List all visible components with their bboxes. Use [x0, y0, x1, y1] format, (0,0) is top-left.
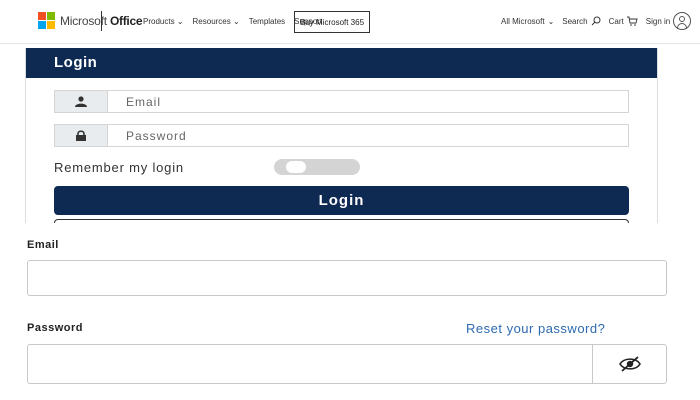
- secondary-button-edge[interactable]: [54, 219, 629, 223]
- eye-slash-icon: [618, 356, 641, 372]
- email-input[interactable]: [108, 91, 628, 112]
- login-button[interactable]: Login: [54, 186, 629, 215]
- nav-link-products[interactable]: Products ⌄: [143, 17, 184, 26]
- search-button[interactable]: Search: [562, 16, 601, 26]
- chevron-down-icon: ⌄: [233, 17, 240, 26]
- password-input[interactable]: [108, 125, 628, 146]
- email-label: Email: [27, 239, 59, 251]
- microsoft-logo-icon: [38, 12, 55, 29]
- email-input-group: [54, 90, 629, 113]
- avatar-icon: [673, 12, 692, 30]
- search-icon: [591, 16, 601, 26]
- show-password-button[interactable]: [592, 345, 666, 383]
- nav-link-resources[interactable]: Resources ⌄: [193, 17, 240, 26]
- brand-name: Microsoft: [60, 13, 107, 28]
- product-name[interactable]: Office: [110, 14, 143, 28]
- password-field-group: [27, 344, 667, 384]
- microsoft-logo[interactable]: Microsoft: [38, 12, 107, 29]
- login-card-title: Login: [26, 48, 657, 78]
- remember-my-login-label: Remember my login: [54, 160, 184, 175]
- email-field[interactable]: [27, 260, 667, 296]
- chevron-down-icon: ⌄: [547, 16, 555, 26]
- cart-button[interactable]: Cart: [609, 16, 638, 26]
- toggle-knob: [286, 161, 306, 173]
- cart-icon: [626, 16, 638, 26]
- password-field[interactable]: [28, 345, 592, 383]
- password-label: Password: [27, 322, 83, 334]
- remember-my-login-toggle[interactable]: [274, 159, 360, 175]
- nav-divider: [101, 11, 102, 31]
- top-nav: Microsoft Office Products ⌄ Resources ⌄ …: [0, 0, 700, 44]
- reset-password-link[interactable]: Reset your password?: [466, 321, 605, 336]
- nav-right: All Microsoft ⌄ Search Cart Sign in: [501, 12, 692, 30]
- chevron-down-icon: ⌄: [176, 17, 184, 26]
- login-card: Login Remember my login Login: [25, 48, 658, 223]
- all-microsoft-menu[interactable]: All Microsoft ⌄: [501, 17, 554, 26]
- lock-icon: [55, 125, 108, 146]
- sign-in-button[interactable]: Sign in: [646, 12, 692, 30]
- buy-microsoft-365-button[interactable]: Buy Microsoft 365: [294, 11, 371, 33]
- password-input-group: [54, 124, 629, 147]
- nav-link-templates[interactable]: Templates: [249, 17, 285, 26]
- user-icon: [55, 91, 108, 112]
